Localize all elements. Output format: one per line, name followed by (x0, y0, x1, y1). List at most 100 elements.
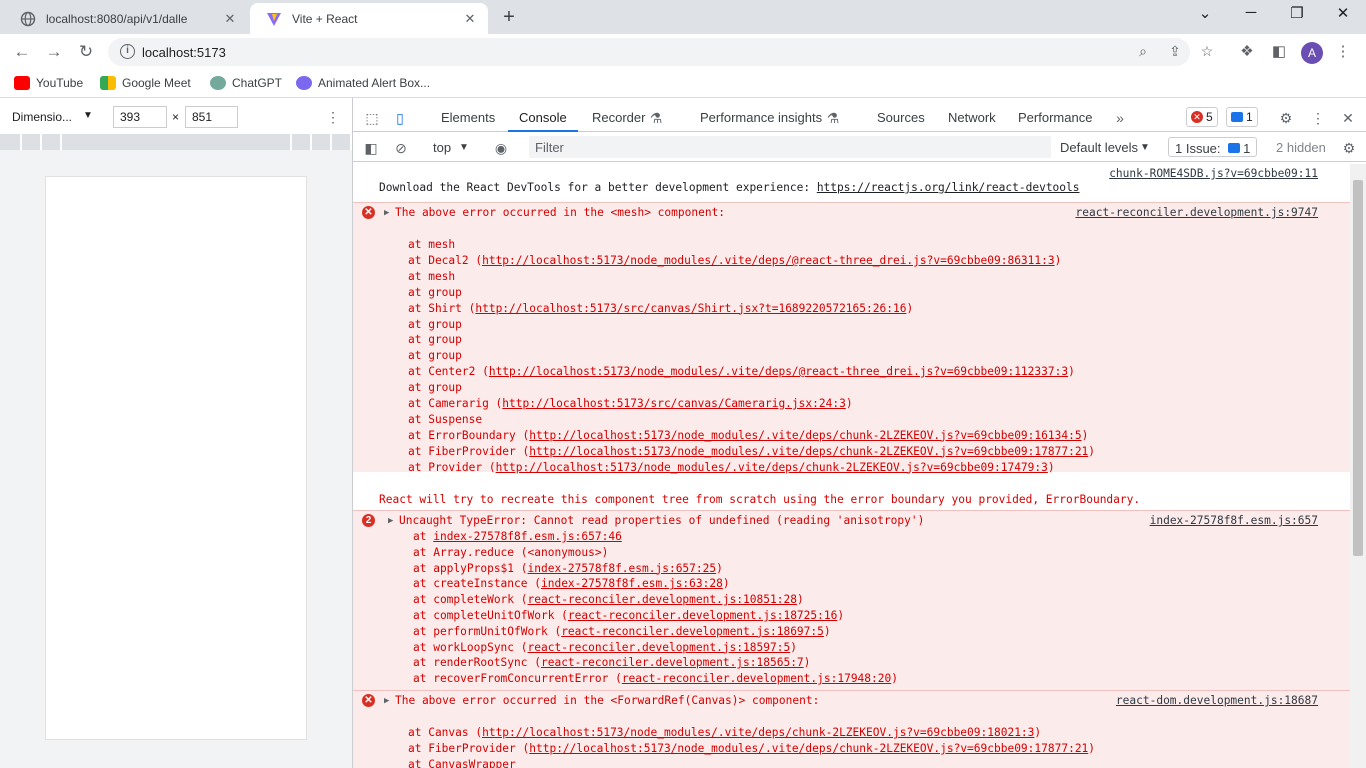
back-button[interactable]: ← (11, 41, 33, 63)
stack-paren: ) (1047, 460, 1055, 474)
close-tab-icon[interactable]: ✕ (222, 11, 238, 27)
site-info-icon[interactable]: i (120, 44, 135, 59)
stack-source-link[interactable]: index-27578f8f.esm.js:657:46 (433, 530, 622, 543)
expand-triangle-icon[interactable]: ▶ (384, 205, 389, 221)
close-devtools-icon[interactable]: ✕ (1339, 110, 1357, 128)
error-title[interactable]: The above error occurred in the <Forward… (395, 693, 819, 709)
media-query-bar[interactable] (0, 134, 352, 150)
live-expression-eye-icon[interactable]: ◉ (492, 140, 510, 158)
error-count-badge[interactable]: ✕ 5 (1186, 107, 1218, 127)
stack-source-link[interactable]: http://localhost:5173/node_modules/.vite… (529, 742, 1088, 755)
source-link[interactable]: react-dom.development.js:18687 (1116, 693, 1318, 709)
height-input[interactable]: 851 (185, 106, 238, 128)
error-icon: ✕ (362, 694, 375, 707)
maximize-button[interactable]: ❐ (1285, 4, 1309, 22)
settings-gear-icon[interactable]: ⚙ (1277, 110, 1295, 128)
stack-source-link[interactable]: http://localhost:5173/src/canvas/Camerar… (502, 397, 846, 410)
avatar[interactable]: A (1301, 42, 1323, 64)
stack-source-link[interactable]: http://localhost:5173/node_modules/.vite… (496, 461, 1048, 474)
stack-source-link[interactable]: http://localhost:5173/src/canvas/Shirt.j… (475, 302, 906, 315)
forward-button[interactable]: → (43, 41, 65, 63)
device-dropdown[interactable]: Dimensio... (12, 110, 72, 124)
device-options-icon[interactable]: ⋮ (326, 109, 340, 126)
stack-source-link[interactable]: http://localhost:5173/node_modules/.vite… (489, 365, 1068, 378)
stack-source-link[interactable]: index-27578f8f.esm.js:63:28 (541, 577, 723, 590)
address-bar[interactable]: i localhost:5173 ⌕ ⇪ ☆ (108, 38, 1213, 66)
expand-triangle-icon[interactable]: ▶ (384, 693, 389, 709)
tab-console[interactable]: Console (519, 110, 567, 125)
message-count-badge[interactable]: 1 (1226, 107, 1258, 127)
google-meet-icon (100, 76, 116, 90)
device-toggle-icon[interactable]: ▯ (391, 110, 409, 128)
bookmark-youtube[interactable]: YouTube (14, 76, 83, 90)
url-text[interactable]: localhost:5173 (142, 45, 226, 60)
inspect-element-icon[interactable]: ⬚ (363, 110, 381, 128)
console-scrollbar[interactable] (1350, 164, 1366, 768)
error-title[interactable]: Uncaught TypeError: Cannot read properti… (399, 513, 924, 529)
tab-performance-insights[interactable]: Performance insights (700, 110, 822, 125)
issues-button[interactable]: 1 Issue: 1 (1168, 137, 1258, 157)
bookmark-animated-alert[interactable]: Animated Alert Box... (296, 76, 430, 90)
log-levels-dropdown[interactable]: Default levels (1060, 140, 1138, 155)
context-dropdown-icon[interactable]: ▼ (459, 142, 469, 153)
close-window-button[interactable]: ✕ (1331, 4, 1355, 22)
stack-paren: ) (906, 301, 914, 315)
codelab-icon (296, 76, 312, 90)
bookmark-google-meet[interactable]: Google Meet (100, 76, 191, 90)
browser-menu-icon[interactable]: ⋮ (1333, 42, 1353, 62)
tab-sources[interactable]: Sources (877, 110, 925, 125)
tab-network[interactable]: Network (948, 110, 996, 125)
tab-performance[interactable]: Performance (1018, 110, 1092, 125)
stack-source-link[interactable]: http://localhost:5173/node_modules/.vite… (482, 254, 1055, 267)
context-selector[interactable]: top (433, 140, 451, 155)
error-count: 5 (1206, 110, 1213, 124)
reload-button[interactable]: ↻ (75, 41, 97, 63)
bookmark-star-icon[interactable]: ☆ (1198, 43, 1216, 61)
sidebar-toggle-icon[interactable]: ◧ (362, 140, 380, 158)
width-input[interactable]: 393 (113, 106, 167, 128)
clear-console-icon[interactable]: ⊘ (392, 140, 410, 158)
levels-dropdown-icon[interactable]: ▼ (1140, 142, 1150, 153)
stack-source-link[interactable]: react-reconciler.development.js:17948:20 (622, 672, 891, 685)
console-settings-icon[interactable]: ⚙ (1340, 140, 1358, 158)
source-link[interactable]: react-reconciler.development.js:9747 (1076, 205, 1318, 221)
side-panel-icon[interactable]: ◧ (1269, 42, 1289, 62)
source-link[interactable]: chunk-ROME4SDB.js?v=69cbbe09:11 (1109, 166, 1318, 182)
scrollbar-thumb[interactable] (1353, 180, 1363, 556)
stack-frame: at completeUnitOfWork (react-reconciler.… (413, 608, 844, 624)
close-tab-icon[interactable]: ✕ (462, 11, 478, 27)
source-link[interactable]: index-27578f8f.esm.js:657 (1150, 513, 1318, 529)
more-tabs-icon[interactable]: » (1111, 110, 1129, 128)
stack-paren: ) (1088, 741, 1096, 755)
device-screen[interactable] (45, 176, 307, 740)
stack-source-link[interactable]: react-reconciler.development.js:10851:28 (528, 593, 797, 606)
tab-recorder[interactable]: Recorder (592, 110, 645, 125)
stack-source-link[interactable]: index-27578f8f.esm.js:657:25 (528, 562, 717, 575)
share-icon[interactable]: ⇪ (1166, 43, 1184, 61)
stack-source-link[interactable]: react-reconciler.development.js:18597:5 (528, 641, 791, 654)
stack-source-link[interactable]: react-reconciler.development.js:18725:16 (568, 609, 837, 622)
filter-input[interactable]: Filter (529, 136, 1051, 158)
tab-search-icon[interactable]: ⌄ (1193, 4, 1217, 22)
react-devtools-link[interactable]: https://reactjs.org/link/react-devtools (817, 181, 1080, 194)
stack-source-link[interactable]: react-reconciler.development.js:18565:7 (541, 656, 804, 669)
tab-elements[interactable]: Elements (441, 110, 495, 125)
stack-function: at mesh (408, 238, 456, 251)
new-tab-button[interactable]: + (498, 6, 520, 29)
browser-tab-dalle[interactable]: localhost:8080/api/v1/dalle ✕ (4, 3, 248, 34)
error-title[interactable]: The above error occurred in the <mesh> c… (395, 205, 725, 221)
stack-source-link[interactable]: react-reconciler.development.js:18697:5 (561, 625, 824, 638)
stack-source-link[interactable]: http://localhost:5173/node_modules/.vite… (529, 445, 1088, 458)
stack-source-link[interactable]: http://localhost:5173/node_modules/.vite… (529, 429, 1081, 442)
devtools-menu-icon[interactable]: ⋮ (1309, 110, 1327, 128)
expand-triangle-icon[interactable]: ▶ (388, 513, 393, 529)
zoom-icon[interactable]: ⌕ (1134, 43, 1152, 61)
stack-source-link[interactable]: http://localhost:5173/node_modules/.vite… (482, 726, 1034, 739)
browser-tab-vite[interactable]: Vite + React ✕ (250, 3, 488, 34)
dropdown-arrow-icon[interactable]: ▼ (83, 110, 93, 121)
globe-icon (20, 11, 36, 26)
bookmark-chatgpt[interactable]: ChatGPT (210, 76, 282, 90)
extensions-icon[interactable]: ❖ (1237, 42, 1257, 62)
stack-frame: at mesh (408, 269, 455, 285)
minimize-button[interactable]: ─ (1239, 4, 1263, 21)
